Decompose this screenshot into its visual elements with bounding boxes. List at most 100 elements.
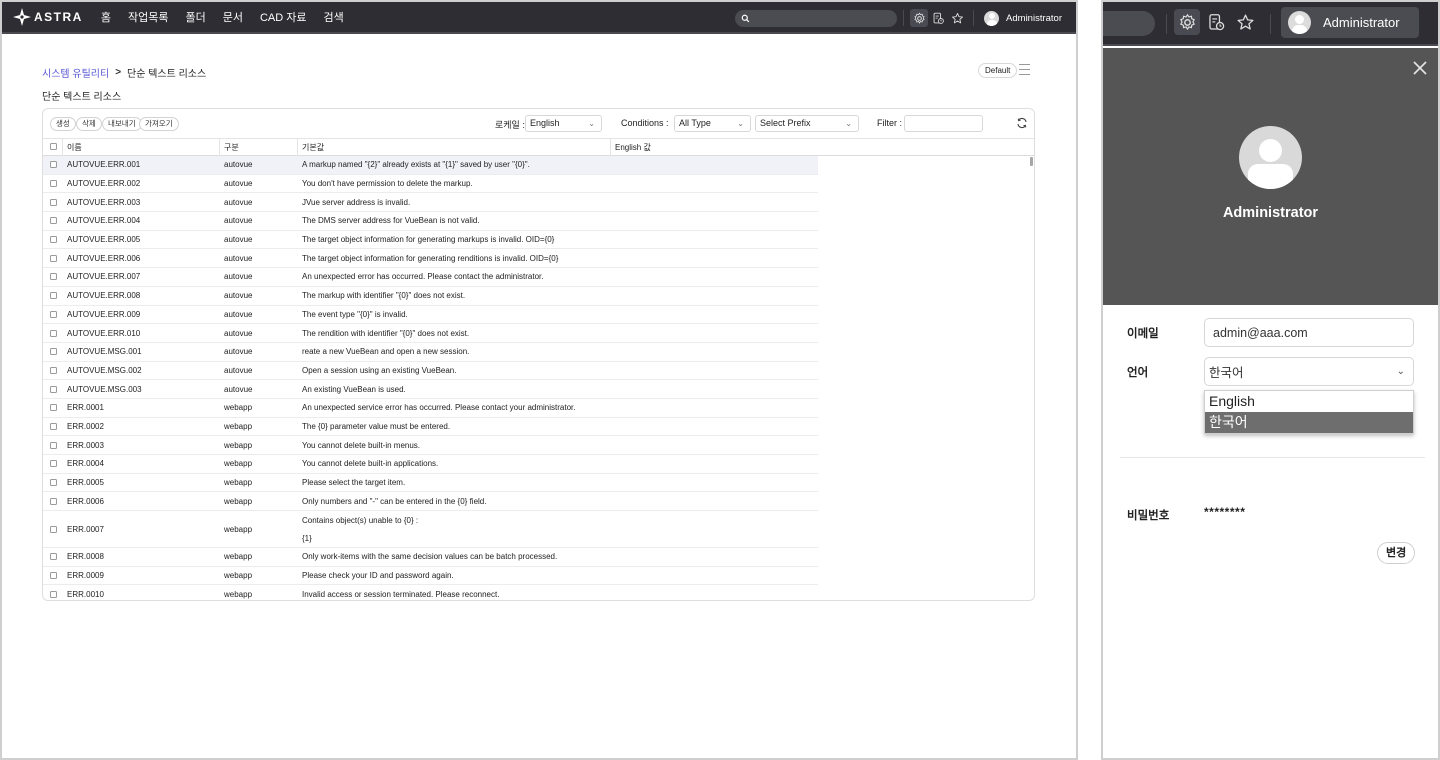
delete-button[interactable]: 삭제 [76, 117, 102, 131]
row-checkbox[interactable] [50, 460, 57, 468]
table-row[interactable]: AUTOVUE.MSG.003 autovue An existing VueBea… [43, 380, 818, 399]
row-checkbox[interactable] [50, 422, 57, 430]
row-checkbox[interactable] [50, 441, 57, 449]
breadcrumb-parent-link[interactable]: 시스템 유틸리티 [42, 65, 109, 80]
email-field[interactable]: admin@aaa.com [1204, 318, 1414, 347]
table-row[interactable]: ERR.0010 webapp Invalid access or session … [43, 585, 818, 600]
row-checkbox[interactable] [50, 385, 57, 393]
favorites-button[interactable] [948, 9, 966, 27]
row-checkbox[interactable] [50, 479, 57, 487]
table-row[interactable]: AUTOVUE.ERR.009 autovue The event type "{0… [43, 306, 818, 325]
row-checkbox[interactable] [50, 590, 57, 598]
locale-select[interactable]: English ⌄ [525, 115, 602, 132]
filter-input[interactable] [904, 115, 983, 132]
settings-button[interactable] [910, 9, 929, 27]
import-button[interactable]: 가져오기 [139, 117, 179, 131]
language-label: 언어 [1127, 367, 1149, 379]
nav-worklist[interactable]: 작업목록 [128, 9, 168, 25]
row-checkbox-cell [50, 399, 57, 417]
row-checkbox[interactable] [50, 572, 57, 580]
row-checkbox-cell [50, 249, 57, 267]
row-checkbox[interactable] [50, 292, 57, 300]
cell-category: autovue [224, 216, 253, 226]
table-row[interactable]: AUTOVUE.ERR.010 autovue The rendition with… [43, 324, 818, 343]
user-menu[interactable]: Administrator [1281, 7, 1419, 38]
row-checkbox[interactable] [50, 161, 57, 169]
app-logo[interactable]: ASTRA [12, 7, 83, 27]
table-row[interactable]: ERR.0001 webapp An unexpected service erro… [43, 399, 818, 418]
vertical-scrollbar[interactable] [1030, 157, 1033, 166]
table-row[interactable]: ERR.0006 webapp Only numbers and "-" can b… [43, 492, 818, 512]
row-checkbox[interactable] [50, 404, 57, 412]
prefix-select[interactable]: Select Prefix ⌄ [755, 115, 859, 132]
change-password-button[interactable]: 변경 [1377, 542, 1416, 564]
user-avatar-icon [1288, 11, 1311, 34]
column-header-english[interactable]: English 값 [611, 139, 1034, 156]
language-select[interactable]: 한국어 ⌄ [1204, 357, 1414, 386]
table-row[interactable]: ERR.0005 webapp Please select the target i… [43, 474, 818, 493]
row-checkbox[interactable] [50, 198, 57, 206]
language-select-value: 한국어 [1209, 366, 1244, 380]
refresh-icon[interactable] [1016, 117, 1028, 129]
hamburger-menu-icon[interactable] [1019, 64, 1030, 76]
row-checkbox[interactable] [50, 329, 57, 337]
table-row[interactable]: ERR.0007 webapp Contains object(s) unable … [43, 511, 818, 549]
settings-button[interactable] [1174, 9, 1200, 35]
nav-folder[interactable]: 폴더 [185, 9, 205, 25]
row-checkbox-cell [50, 585, 57, 600]
table-row[interactable]: AUTOVUE.ERR.006 autovue The target object … [43, 249, 818, 269]
row-checkbox[interactable] [50, 553, 57, 561]
user-menu[interactable]: Administrator [984, 10, 1062, 26]
nav-cad-data[interactable]: CAD 자료 [260, 9, 307, 25]
row-checkbox[interactable] [50, 254, 57, 262]
table-row[interactable]: AUTOVUE.ERR.002 autovue You don't have per… [43, 175, 818, 194]
table-row[interactable]: ERR.0004 webapp You cannot delete built-in… [43, 455, 818, 474]
table-row[interactable]: AUTOVUE.MSG.001 autovue reate a new VueBea… [43, 343, 818, 362]
chevron-down-icon: ⌄ [845, 119, 852, 128]
table-row[interactable]: AUTOVUE.ERR.005 autovue The target object … [43, 231, 818, 250]
row-checkbox[interactable] [50, 497, 57, 505]
table-row[interactable]: AUTOVUE.ERR.003 autovue JVue server addres… [43, 193, 818, 213]
column-header-category[interactable]: 구분 [220, 139, 298, 156]
recent-documents-button[interactable] [929, 9, 947, 27]
language-option-english[interactable]: English [1205, 391, 1413, 412]
nav-documents[interactable]: 문서 [223, 9, 243, 25]
table-row[interactable]: AUTOVUE.ERR.008 autovue The markup with id… [43, 287, 818, 306]
select-all-checkbox[interactable] [50, 143, 57, 150]
nav-search[interactable]: 검색 [323, 9, 343, 25]
recent-documents-button[interactable] [1203, 9, 1229, 35]
row-checkbox[interactable] [50, 273, 57, 281]
global-search-input[interactable] [754, 12, 895, 24]
nav-home[interactable]: 홈 [101, 9, 111, 25]
cell-name: ERR.0009 [67, 571, 104, 581]
table-row[interactable]: AUTOVUE.MSG.002 autovue Open a session usi… [43, 362, 818, 381]
table-row[interactable]: AUTOVUE.ERR.001 autovue A markup named "{2… [43, 156, 818, 175]
row-checkbox[interactable] [50, 217, 57, 225]
table-row[interactable]: ERR.0008 webapp Only work-items with the s… [43, 548, 818, 567]
table-row[interactable]: ERR.0003 webapp You cannot delete built-in… [43, 436, 818, 455]
table-row[interactable]: ERR.0002 webapp The {0} parameter value mu… [43, 418, 818, 437]
language-option-korean[interactable]: 한국어 [1205, 412, 1413, 433]
view-default-button[interactable]: Default [978, 63, 1018, 78]
row-checkbox[interactable] [50, 180, 57, 188]
row-checkbox[interactable] [50, 525, 57, 533]
row-checkbox-cell [50, 287, 57, 305]
row-checkbox[interactable] [50, 366, 57, 374]
cell-category: webapp [224, 589, 253, 599]
table-row[interactable]: AUTOVUE.ERR.004 autovue The DMS server add… [43, 212, 818, 231]
global-search[interactable] [1103, 11, 1155, 36]
create-button[interactable]: 생성 [50, 117, 76, 131]
column-header-default[interactable]: 기본값 [298, 139, 611, 156]
global-search[interactable] [735, 9, 898, 27]
type-select[interactable]: All Type ⌄ [674, 115, 751, 132]
table-row[interactable]: AUTOVUE.ERR.007 autovue An unexpected erro… [43, 268, 818, 287]
row-checkbox[interactable] [50, 236, 57, 244]
favorites-button[interactable] [1232, 9, 1258, 35]
close-icon[interactable] [1412, 60, 1428, 76]
row-checkbox[interactable] [50, 348, 57, 356]
table-row[interactable]: ERR.0009 webapp Please check your ID and p… [43, 567, 818, 586]
export-button[interactable]: 내보내기 [102, 117, 142, 131]
row-checkbox[interactable] [50, 310, 57, 318]
user-avatar-icon [984, 10, 1000, 26]
column-header-name[interactable]: 이름 [63, 139, 220, 156]
